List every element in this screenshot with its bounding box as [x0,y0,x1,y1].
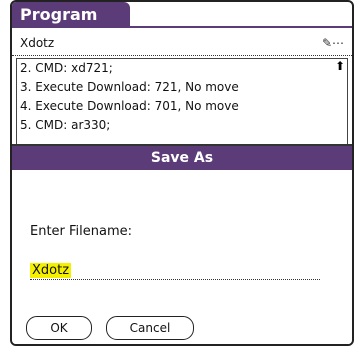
program-name-field[interactable]: Xdotz [20,30,54,56]
program-name-row[interactable]: Xdotz ✎⋯ [12,30,352,56]
app-title[interactable]: Program [12,2,130,28]
list-item[interactable]: 3. Execute Download: 721, No move [17,78,347,97]
scroll-up-arrow-icon[interactable]: ⬆ [335,59,345,73]
command-list[interactable]: 2. CMD: xd721; 3. Execute Download: 721,… [16,58,348,146]
list-item[interactable]: 5. CMD: ar330; [17,116,347,135]
filename-value: Xdotz [30,263,72,278]
filename-prompt-label: Enter Filename: [30,224,133,239]
list-item[interactable]: 2. CMD: xd721; [17,59,347,78]
cancel-button[interactable]: Cancel [106,316,194,340]
save-as-dialog: Save As Enter Filename: Xdotz OK Cancel [12,144,352,344]
title-underline [12,26,352,28]
ok-button[interactable]: OK [26,316,92,340]
dialog-title: Save As [12,146,352,170]
filename-input[interactable]: Xdotz [30,259,320,280]
palm-device-screen: Program Xdotz ✎⋯ 2. CMD: xd721; 3. Execu… [10,0,354,346]
edit-icon[interactable]: ✎⋯ [322,30,344,56]
title-bar: Program [12,2,352,28]
list-item[interactable]: 4. Execute Download: 701, No move [17,97,347,116]
